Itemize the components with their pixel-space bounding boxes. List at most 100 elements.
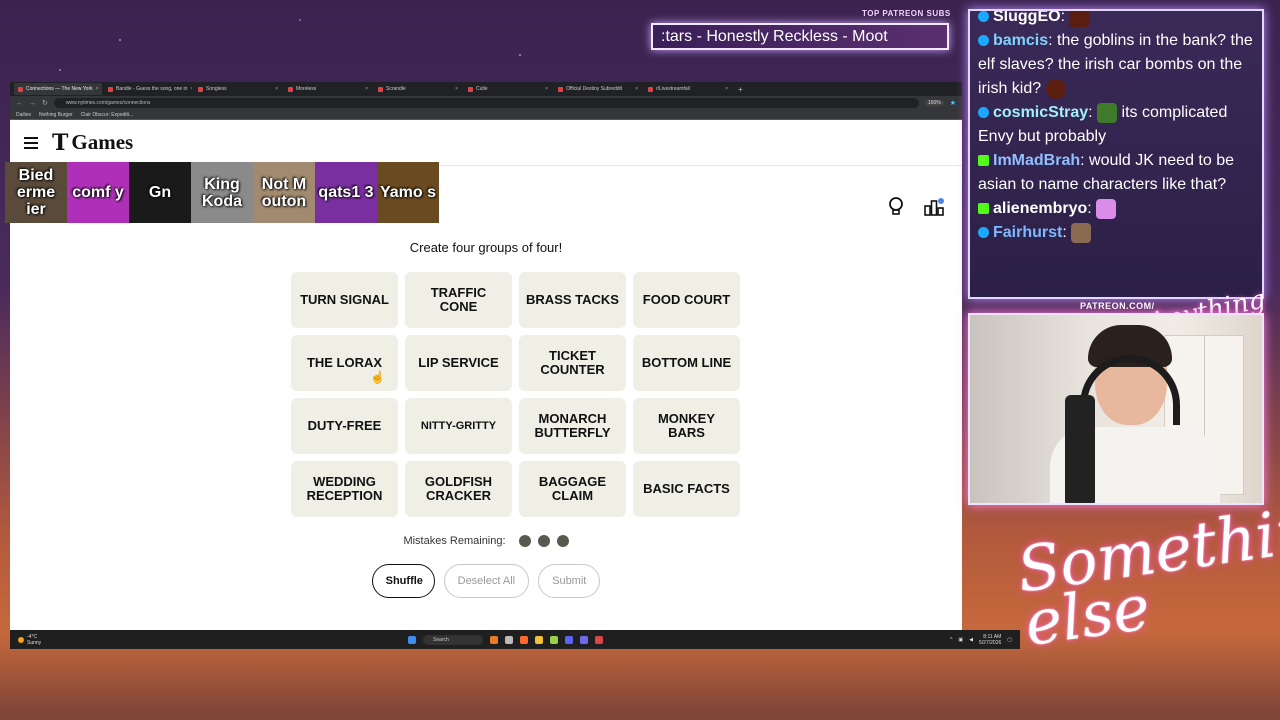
windows-taskbar: -4°C Sunny Search ^ ▣ ◀ 8:11 AM 5/27/2026 …	[10, 630, 1020, 649]
word-tile[interactable]: MONKEY BARS	[633, 398, 740, 454]
network-icon[interactable]: ▣	[958, 637, 963, 643]
close-icon[interactable]: ×	[365, 86, 368, 92]
firefox-icon[interactable]	[520, 635, 528, 644]
address-bar: ← → ↻ www.nytimes.com/games/connections …	[10, 96, 962, 110]
hint-bulb-icon[interactable]	[888, 197, 904, 217]
game-header-icons	[888, 197, 944, 217]
steam-icon[interactable]	[565, 635, 573, 644]
bookmarks-bar: Dailies Nothing Burger Clair Obscur: Exp…	[10, 110, 962, 120]
emote-icon	[1045, 78, 1066, 99]
chevron-up-icon[interactable]: ^	[950, 637, 952, 643]
windows-start-icon[interactable]	[408, 635, 416, 644]
chat-message: alienembryo:	[978, 197, 1254, 221]
word-tile[interactable]: TRAFFIC CONE	[405, 272, 512, 328]
tab-scrandle[interactable]: Scrandle ×	[374, 83, 462, 95]
word-tile[interactable]: FOOD COURT	[633, 272, 740, 328]
tab-livestreamfail[interactable]: r/Livestreamfail ×	[644, 83, 732, 95]
bookmark-dailies[interactable]: Dailies	[16, 112, 31, 118]
viewer-tile: Not M outon	[253, 162, 315, 223]
favicon-icon	[468, 86, 473, 92]
zoom-badge[interactable]: 150%	[924, 100, 944, 106]
app-icon[interactable]	[550, 635, 558, 644]
new-tab-icon[interactable]: +	[738, 85, 743, 94]
word-tile[interactable]: TICKET COUNTER	[519, 335, 626, 391]
favicon-icon	[288, 86, 293, 92]
word-tile[interactable]: GOLDFISH CRACKER	[405, 461, 512, 517]
game-actions: Shuffle Deselect All Submit	[10, 564, 962, 598]
microphone	[1065, 395, 1095, 503]
close-icon[interactable]: ×	[635, 86, 638, 92]
word-tile[interactable]: BAGGAGE CLAIM	[519, 461, 626, 517]
kick-badge-icon	[978, 203, 989, 215]
chat-message: bamcis: the goblins in the bank? the elf…	[978, 32, 1253, 99]
tab-bandle[interactable]: Bandle - Guess the song, one in ×	[104, 83, 192, 95]
close-icon[interactable]: ×	[455, 86, 458, 92]
bookmark-clair-obscur[interactable]: Clair Obscur: Expediti...	[81, 112, 134, 118]
close-icon[interactable]: ×	[96, 86, 99, 92]
close-icon[interactable]: ×	[545, 86, 548, 92]
deselect-all-button[interactable]: Deselect All	[443, 564, 530, 598]
pepe-emote-icon	[1097, 102, 1118, 123]
tab-destiny-subreddit[interactable]: Official Destiny Subreddit ×	[554, 83, 642, 95]
tab-label: Cutle	[476, 86, 488, 92]
nyt-t-logo: T	[52, 129, 69, 156]
bookmark-nothing-burger[interactable]: Nothing Burger	[39, 112, 73, 118]
forward-icon[interactable]: →	[29, 100, 36, 107]
now-playing-banner: :tars - Honestly Reckless - Moot	[651, 23, 949, 50]
word-tile[interactable]: TURN SIGNAL	[291, 272, 398, 328]
close-icon[interactable]: ×	[275, 86, 278, 92]
word-tile[interactable]: BOTTOM LINE	[633, 335, 740, 391]
word-grid: TURN SIGNAL TRAFFIC CONE BRASS TACKS FOO…	[291, 272, 740, 517]
tab-moreless[interactable]: Moreless ×	[284, 83, 372, 95]
tab-label: Official Destiny Subreddit	[566, 86, 623, 92]
submit-button[interactable]: Submit	[538, 564, 601, 598]
tab-label: Bandle - Guess the song, one in	[116, 86, 188, 92]
viewer-tile: Yamo s	[377, 162, 439, 223]
word-tile[interactable]: BASIC FACTS	[633, 461, 740, 517]
mistake-dot	[556, 535, 569, 547]
games-logo-text: Games	[71, 130, 134, 154]
bookmark-star-icon[interactable]: ★	[950, 99, 956, 107]
notification-icon[interactable]: ▢	[1007, 637, 1012, 643]
emote-icon	[1096, 198, 1117, 219]
viewer-tile: King Koda	[191, 162, 253, 223]
back-icon[interactable]: ←	[16, 100, 23, 107]
sun-icon	[18, 636, 24, 643]
viewer-tile: Bied erme ier	[5, 162, 67, 223]
url-field[interactable]: www.nytimes.com/games/connections	[53, 98, 919, 108]
taskbar-search[interactable]: Search	[423, 634, 483, 645]
word-tile[interactable]: NITTY-GRITTY	[405, 398, 512, 454]
word-tile[interactable]: BRASS TACKS	[519, 272, 626, 328]
tab-songless[interactable]: Songless ×	[194, 83, 282, 95]
tab-cutle[interactable]: Cutle ×	[464, 83, 552, 95]
shuffle-button[interactable]: Shuffle	[371, 564, 435, 598]
clock[interactable]: 8:11 AM 5/27/2026	[979, 634, 1001, 646]
menu-icon[interactable]	[24, 136, 38, 149]
nyt-games-logo[interactable]: T Games	[52, 130, 133, 156]
close-icon[interactable]: ×	[190, 86, 192, 92]
viewer-overlay: Bied erme ier comf y Gn King Koda Not M …	[5, 162, 439, 223]
stream-chat: SluggEO: bamcis: the goblins in the bank…	[968, 9, 1264, 299]
tab-label: Connections — The New York	[26, 86, 93, 92]
volume-icon[interactable]: ◀	[969, 637, 973, 643]
weather-widget[interactable]: -4°C Sunny	[10, 634, 41, 646]
word-tile[interactable]: DUTY-FREE	[291, 398, 398, 454]
file-explorer-icon[interactable]	[535, 635, 543, 644]
close-icon[interactable]: ×	[725, 86, 728, 92]
tab-label: Moreless	[296, 86, 317, 92]
clock-date: 5/27/2026	[979, 639, 1002, 646]
task-view-icon[interactable]	[505, 635, 513, 644]
favicon-icon	[648, 86, 653, 92]
discord-icon[interactable]	[580, 635, 588, 644]
chrome-icon[interactable]	[595, 635, 603, 644]
word-tile[interactable]: LIP SERVICE	[405, 335, 512, 391]
word-tile[interactable]: MONARCH BUTTERFLY	[519, 398, 626, 454]
app-icon[interactable]	[490, 635, 498, 644]
word-tile[interactable]: WEDDING RECEPTION	[291, 461, 398, 517]
favicon-icon	[108, 86, 113, 92]
reload-icon[interactable]: ↻	[42, 99, 48, 107]
mistake-dot	[518, 535, 531, 547]
viewer-tile: Gn	[129, 162, 191, 223]
tab-connections[interactable]: Connections — The New York ×	[14, 83, 102, 95]
stats-icon[interactable]	[924, 198, 944, 216]
